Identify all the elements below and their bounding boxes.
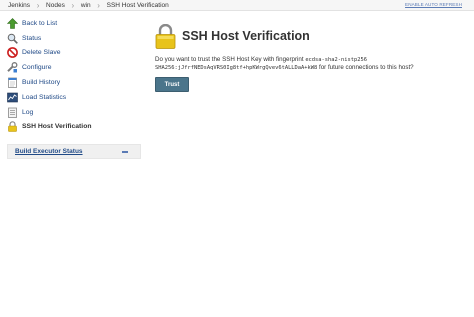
task-delete-slave[interactable]: Delete Slave: [7, 46, 141, 61]
task-label[interactable]: Configure: [22, 64, 51, 71]
collapse-icon[interactable]: [122, 151, 128, 153]
task-label[interactable]: Status: [22, 35, 41, 42]
chart-icon[interactable]: [7, 92, 18, 103]
no-entry-icon[interactable]: [7, 47, 18, 59]
breadcrumb-nodes[interactable]: Nodes: [46, 2, 65, 9]
breadcrumb: Jenkins › Nodes › win › SSH Host Verific…: [0, 0, 474, 11]
fingerprint: SHA256:jJfrfNEDsAqVRS0Ig8tf+hpKWrgQvev6t…: [155, 65, 318, 71]
search-icon[interactable]: [7, 33, 18, 44]
breadcrumb-separator-icon[interactable]: ›: [30, 0, 46, 11]
task-load-statistics[interactable]: Load Statistics: [7, 90, 141, 105]
wrench-icon[interactable]: [7, 62, 18, 73]
task-configure[interactable]: Configure: [7, 60, 141, 75]
up-arrow-icon[interactable]: [7, 17, 18, 29]
enable-auto-refresh-link[interactable]: ENABLE AUTO REFRESH: [405, 2, 462, 7]
breadcrumb-separator-icon[interactable]: ›: [65, 0, 81, 11]
side-panel: Back to List Status Delete Slave Configu…: [7, 16, 141, 134]
title-row: SSH Host Verification: [155, 22, 465, 50]
breadcrumb-separator-icon[interactable]: ›: [91, 0, 107, 11]
breadcrumb-jenkins[interactable]: Jenkins: [8, 2, 30, 9]
main-panel: SSH Host Verification Do you want to tru…: [155, 22, 465, 92]
key-type: ecdsa-sha2-nistp256: [305, 57, 367, 63]
task-log[interactable]: Log: [7, 105, 141, 120]
question-line-1: Do you want to trust the SSH Host Key wi…: [155, 56, 465, 64]
task-back-to-list[interactable]: Back to List: [7, 16, 141, 31]
task-ssh-host-verification[interactable]: SSH Host Verification: [7, 120, 141, 135]
trust-question: Do you want to trust the SSH Host Key wi…: [155, 56, 465, 72]
task-build-history[interactable]: Build History: [7, 75, 141, 90]
lock-icon[interactable]: [7, 121, 18, 133]
question-prefix: Do you want to trust the SSH Host Key wi…: [155, 56, 304, 63]
task-label[interactable]: Delete Slave: [22, 49, 61, 56]
notepad-icon[interactable]: [7, 77, 18, 88]
page-title: SSH Host Verification: [182, 29, 310, 43]
question-suffix: for future connections to this host?: [319, 64, 414, 71]
breadcrumb-win[interactable]: win: [81, 2, 91, 9]
lock-icon: [155, 23, 176, 49]
task-label[interactable]: Back to List: [22, 20, 57, 27]
executor-status-panel: Build Executor Status: [7, 144, 141, 159]
task-label[interactable]: SSH Host Verification: [22, 123, 92, 130]
clipboard-icon[interactable]: [7, 107, 18, 118]
task-status[interactable]: Status: [7, 31, 141, 46]
build-executor-status-link[interactable]: Build Executor Status: [15, 148, 83, 155]
task-label[interactable]: Load Statistics: [22, 94, 66, 101]
task-label[interactable]: Log: [22, 109, 33, 116]
trust-button[interactable]: Trust: [155, 77, 189, 92]
breadcrumb-ssh-host-verification[interactable]: SSH Host Verification: [107, 2, 169, 9]
question-line-2: SHA256:jJfrfNEDsAqVRS0Ig8tf+hpKWrgQvev6t…: [155, 64, 465, 72]
task-label[interactable]: Build History: [22, 79, 60, 86]
